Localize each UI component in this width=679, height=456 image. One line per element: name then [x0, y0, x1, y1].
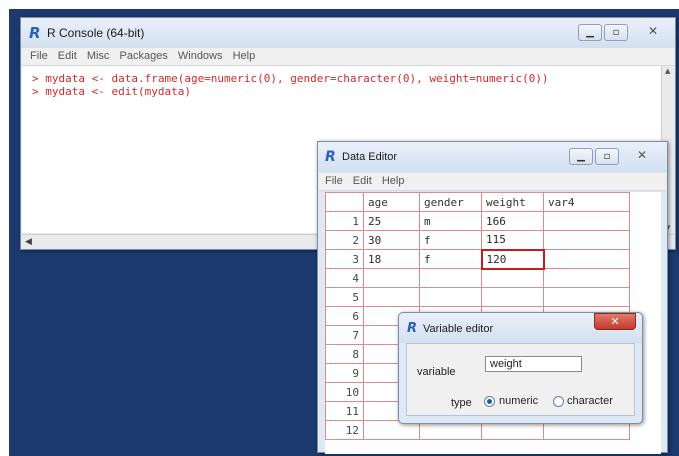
- variable-editor-body: variable weight type numeric character: [406, 343, 635, 416]
- scroll-left-arrow-icon[interactable]: ◀: [25, 237, 32, 247]
- column-header-age[interactable]: age: [363, 192, 420, 212]
- table-cell[interactable]: [419, 268, 482, 288]
- console-menubar: File Edit Misc Packages Windows Help: [22, 48, 674, 66]
- row-number: 10: [325, 382, 364, 402]
- table-row: 3 18 f 120: [325, 248, 630, 270]
- character-option-label[interactable]: character: [567, 395, 613, 407]
- row-number: 5: [325, 287, 364, 307]
- table-row: 4: [325, 268, 630, 288]
- row-number: 11: [325, 401, 364, 421]
- row-number: 8: [325, 344, 364, 364]
- menu-help[interactable]: Help: [382, 175, 405, 187]
- row-number: 3: [325, 249, 364, 269]
- scroll-up-arrow-icon[interactable]: ▲: [665, 67, 670, 75]
- minimize-icon[interactable]: ▁: [578, 24, 602, 41]
- row-number: 1: [325, 211, 364, 231]
- table-cell[interactable]: m: [419, 211, 482, 231]
- table-cell[interactable]: [543, 287, 630, 307]
- row-number: 7: [325, 325, 364, 345]
- column-header-weight[interactable]: weight: [481, 192, 544, 212]
- table-cell[interactable]: f: [419, 230, 482, 250]
- table-cell[interactable]: 18: [363, 249, 420, 269]
- menu-edit[interactable]: Edit: [58, 50, 77, 62]
- table-row: 5: [325, 287, 630, 307]
- variable-label: variable: [417, 366, 456, 378]
- menu-misc[interactable]: Misc: [87, 50, 110, 62]
- active-table-cell[interactable]: 120: [480, 248, 545, 270]
- close-icon[interactable]: ✕: [623, 148, 661, 165]
- menu-file[interactable]: File: [30, 50, 48, 62]
- row-number: 6: [325, 306, 364, 326]
- menu-file[interactable]: File: [325, 175, 343, 187]
- variable-name-input[interactable]: weight: [485, 356, 582, 372]
- table-cell[interactable]: 166: [481, 211, 544, 231]
- table-cell[interactable]: [363, 287, 420, 307]
- r-logo-icon: R: [29, 24, 41, 42]
- r-logo-icon: R: [325, 149, 336, 165]
- table-row: 2 30 f 115: [325, 230, 630, 250]
- editor-title: Data Editor: [342, 151, 398, 163]
- table-cell[interactable]: [543, 268, 630, 288]
- numeric-radio-button[interactable]: [484, 396, 495, 407]
- table-cell[interactable]: 115: [481, 230, 544, 250]
- maximize-icon[interactable]: ▫: [595, 148, 619, 165]
- table-cell[interactable]: 30: [363, 230, 420, 250]
- console-titlebar[interactable]: R R Console (64-bit) ▁ ▫ ✕: [21, 18, 675, 48]
- editor-menubar: File Edit Help: [319, 173, 666, 191]
- menu-help[interactable]: Help: [233, 50, 256, 62]
- maximize-icon[interactable]: ▫: [604, 24, 628, 41]
- column-header-gender[interactable]: gender: [419, 192, 482, 212]
- desktop: R R Console (64-bit) ▁ ▫ ✕ File Edit Mis…: [9, 9, 679, 456]
- table-cell[interactable]: [481, 268, 544, 288]
- variable-editor-titlebar[interactable]: R Variable editor ✕: [399, 313, 642, 343]
- close-icon[interactable]: ✕: [634, 24, 672, 41]
- table-cell[interactable]: [481, 287, 544, 307]
- table-row: 1 25 m 166: [325, 211, 630, 231]
- table-cell[interactable]: [543, 249, 630, 269]
- table-cell[interactable]: 25: [363, 211, 420, 231]
- console-line: > mydata <- data.frame(age=numeric(0), g…: [32, 72, 549, 85]
- table-cell[interactable]: [363, 268, 420, 288]
- row-number: 12: [325, 420, 364, 440]
- table-cell[interactable]: [419, 287, 482, 307]
- header-row: age gender weight var4: [325, 192, 630, 212]
- row-number: 9: [325, 363, 364, 383]
- corner-cell: [325, 192, 364, 212]
- editor-titlebar[interactable]: R Data Editor ▁ ▫ ✕: [318, 142, 667, 172]
- console-title: R Console (64-bit): [47, 26, 145, 40]
- menu-edit[interactable]: Edit: [353, 175, 372, 187]
- column-header-var4[interactable]: var4: [543, 192, 630, 212]
- console-line: > mydata <- edit(mydata): [32, 85, 191, 98]
- numeric-option-label[interactable]: numeric: [499, 395, 538, 407]
- close-icon[interactable]: ✕: [594, 313, 636, 330]
- character-radio-button[interactable]: [553, 396, 564, 407]
- table-cell[interactable]: f: [419, 249, 482, 269]
- menu-windows[interactable]: Windows: [178, 50, 223, 62]
- row-number: 2: [325, 230, 364, 250]
- r-logo-icon: R: [407, 321, 418, 336]
- table-cell[interactable]: [543, 230, 630, 250]
- variable-editor-dialog: R Variable editor ✕ variable weight type…: [398, 312, 643, 424]
- table-cell[interactable]: [543, 211, 630, 231]
- variable-editor-title: Variable editor: [423, 323, 494, 335]
- menu-packages[interactable]: Packages: [120, 50, 168, 62]
- minimize-icon[interactable]: ▁: [569, 148, 593, 165]
- type-label: type: [451, 397, 472, 409]
- row-number: 4: [325, 268, 364, 288]
